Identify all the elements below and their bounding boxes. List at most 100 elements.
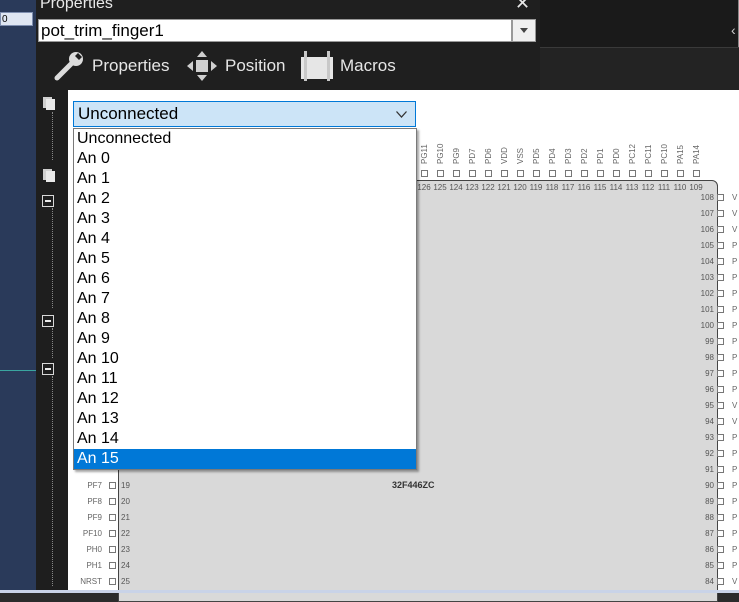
pin-name: VDD [500,147,509,164]
dropdown-option[interactable]: An 8 [74,309,416,329]
pin-square [717,210,724,217]
pin-square [517,170,524,177]
pin-name: P [732,369,738,378]
pin-number: 126 [417,183,431,192]
dropdown-option[interactable]: An 4 [74,229,416,249]
pin-number: 84 [705,577,714,586]
pin-square [717,242,724,249]
pin-name: PG9 [452,147,461,164]
pin-square [597,170,604,177]
pin-number: 85 [705,561,714,570]
dropdown-option[interactable]: An 6 [74,269,416,289]
pin-square [109,482,116,489]
pin-number: 24 [121,561,130,570]
pin-number: 124 [449,183,463,192]
wrench-icon [54,52,83,81]
pin-square [453,170,460,177]
dropdown-option[interactable]: An 15 [74,449,416,469]
dropdown-option[interactable]: An 7 [74,289,416,309]
pin-square [485,170,492,177]
pin-square [565,170,572,177]
component-name-dropdown-button[interactable] [512,19,536,42]
dropdown-option[interactable]: An 14 [74,429,416,449]
pin-square [717,546,724,553]
pin-square [717,450,724,457]
collapse-icon[interactable] [42,315,54,327]
pin-square [421,170,428,177]
pin-number: 118 [545,183,559,192]
pin-square [717,466,724,473]
pin-number: 108 [700,193,714,202]
pin-number: 91 [705,465,714,474]
pin-name: P [732,497,738,506]
chevron-left-icon[interactable]: ‹ [731,22,736,38]
pin-name: V [732,577,738,586]
pin-name: PA14 [692,145,701,164]
dropdown-option[interactable]: An 9 [74,329,416,349]
pin-square [533,170,540,177]
chevron-down-icon [520,28,528,33]
pin-name: PD3 [564,148,573,164]
pin-name: PD2 [580,148,589,164]
right-panel-strip [540,47,739,91]
dropdown-option[interactable]: Unconnected [74,129,416,149]
pin-square [717,370,724,377]
dropdown-option[interactable]: An 11 [74,369,416,389]
close-icon[interactable]: ✕ [515,0,530,14]
pin-name: PD4 [548,148,557,164]
pin-name: V [732,225,738,234]
pin-number: 112 [641,183,655,192]
pin-number: 21 [121,513,130,522]
tab-properties[interactable]: Properties [52,47,169,85]
dropdown-option[interactable]: An 13 [74,409,416,429]
pin-square [645,170,652,177]
pin-name: P [732,481,738,490]
tab-position[interactable]: Position [185,47,285,85]
left-panel-cell[interactable]: 0 [0,12,33,26]
dropdown-option[interactable]: An 12 [74,389,416,409]
pin-name: PD5 [532,148,541,164]
dropdown-option[interactable]: An 3 [74,209,416,229]
dropdown-option[interactable]: An 10 [74,349,416,369]
pin-number: 103 [700,273,714,282]
pin-number: 115 [593,183,607,192]
pin-number: 116 [577,183,591,192]
pin-name: P [732,385,738,394]
right-panel [540,0,739,47]
tree-connector [52,112,54,160]
pin-square [717,498,724,505]
pin-name: P [732,465,738,474]
pin-square [661,170,668,177]
component-name-field[interactable]: pot_trim_finger1 [38,19,512,42]
pin-square [717,306,724,313]
dropdown-option[interactable]: An 1 [74,169,416,189]
pin-number: 98 [705,353,714,362]
pin-name: P [732,561,738,570]
pin-number: 86 [705,545,714,554]
pin-number: 120 [513,183,527,192]
collapse-icon[interactable] [42,363,54,375]
pin-square [629,170,636,177]
pin-square [717,530,724,537]
analog-channel-select[interactable]: Unconnected [73,101,416,127]
pin-name: PF8 [87,497,102,506]
pin-number: 111 [657,183,671,192]
collapse-icon[interactable] [42,195,54,207]
pin-name: P [732,513,738,522]
tab-macros[interactable]: Macros [300,47,396,85]
pin-square [717,194,724,201]
dropdown-option[interactable]: An 0 [74,149,416,169]
move-arrows-icon [187,51,217,81]
pin-number: 125 [433,183,447,192]
pin-name: VSS [516,147,525,164]
pin-square [717,514,724,521]
page-icon [43,169,55,182]
dropdown-option[interactable]: An 5 [74,249,416,269]
pin-name: PH1 [86,561,102,570]
select-value: Unconnected [78,104,179,123]
pin-number: 95 [705,401,714,410]
pin-square [717,562,724,569]
pin-square [109,562,116,569]
dropdown-option[interactable]: An 2 [74,189,416,209]
pin-square [717,434,724,441]
